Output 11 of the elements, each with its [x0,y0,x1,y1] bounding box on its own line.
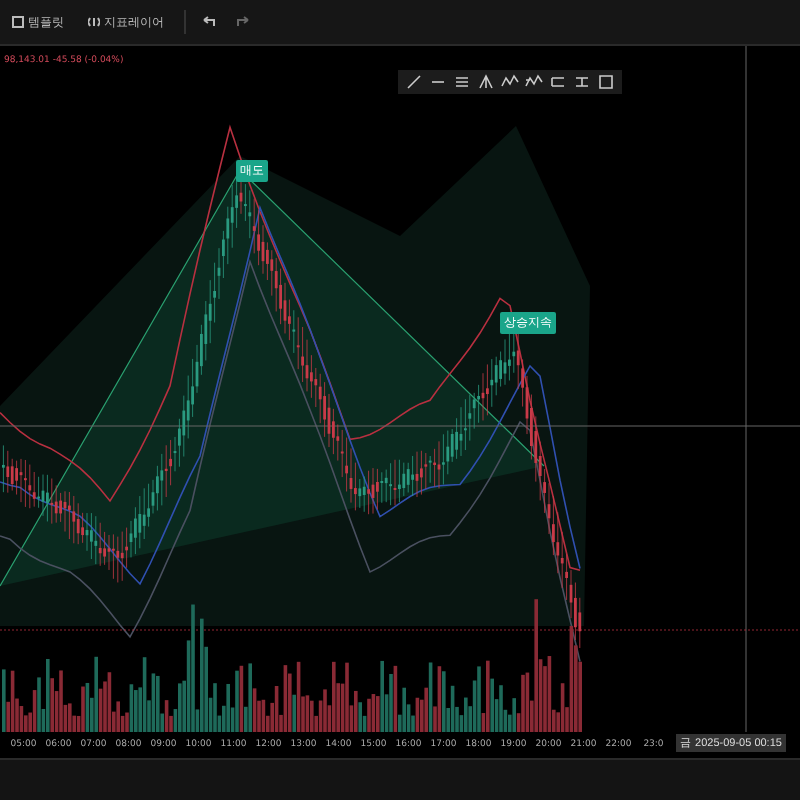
template-icon [12,16,24,28]
fib-tool-icon[interactable] [452,72,472,92]
line-tool-icon[interactable] [404,72,424,92]
rect-tool-icon[interactable] [596,72,616,92]
wave-tool-icon[interactable] [500,72,520,92]
redo-icon[interactable] [234,16,250,28]
function-icon [88,16,100,28]
undo-icon[interactable] [202,16,218,28]
wave2-tool-icon[interactable] [524,72,544,92]
range-tool-icon[interactable] [572,72,592,92]
pitchfork-tool-icon[interactable] [476,72,496,92]
